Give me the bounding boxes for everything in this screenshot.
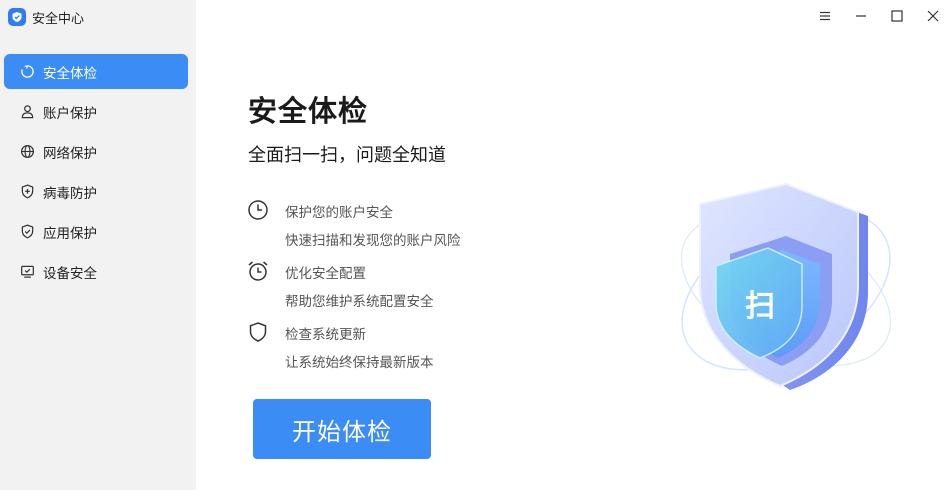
sidebar-item-app-protection[interactable]: 应用保护 [4,214,188,249]
sidebar-item-label: 网络保护 [43,145,97,162]
app-title: 安全中心 [32,11,85,27]
sidebar-item-label: 账户保护 [43,105,97,122]
window-controls [807,0,951,32]
sidebar-nav: 安全体检 账户保护 网络保护 病毒防护 应用保护 设备安全 [4,54,188,294]
sidebar: 安全中心 安全体检 账户保护 网络保护 病毒防护 应用保护 设备安全 [0,0,196,490]
clock-icon [247,199,269,221]
shield-icon [247,321,269,343]
sidebar-item-label: 安全体检 [43,65,97,82]
feature-title: 保护您的账户安全 [285,205,393,221]
menu-icon[interactable] [807,0,843,32]
shield-check-icon [19,224,35,240]
user-icon [19,104,35,120]
scan-glyph: 扫 [745,289,775,324]
alarm-clock-icon [247,260,269,282]
feature-item-config: 优化安全配置 帮助您维护系统配置安全 [247,260,434,310]
app-logo-icon [8,8,26,26]
feature-desc: 让系统始终保持最新版本 [285,355,434,371]
sidebar-item-label: 病毒防护 [43,185,97,202]
shield-plus-icon [19,184,35,200]
feature-item-account: 保护您的账户安全 快速扫描和发现您的账户风险 [247,199,461,249]
feature-item-update: 检查系统更新 让系统始终保持最新版本 [247,321,434,371]
sidebar-item-security-check[interactable]: 安全体检 [4,54,188,89]
shield-illustration: 扫 [668,182,904,396]
globe-icon [19,144,35,160]
maximize-icon[interactable] [879,0,915,32]
sidebar-item-account-protection[interactable]: 账户保护 [4,94,188,129]
sidebar-item-network-protection[interactable]: 网络保护 [4,134,188,169]
sidebar-item-label: 应用保护 [43,225,97,242]
sidebar-item-virus-protection[interactable]: 病毒防护 [4,174,188,209]
refresh-circle-icon [19,64,35,80]
monitor-check-icon [19,264,35,280]
start-check-button[interactable]: 开始体检 [253,399,431,459]
feature-title: 优化安全配置 [285,266,366,282]
feature-desc: 帮助您维护系统配置安全 [285,294,434,310]
minimize-icon[interactable] [843,0,879,32]
page-subtitle: 全面扫一扫，问题全知道 [248,145,446,166]
feature-desc: 快速扫描和发现您的账户风险 [285,233,461,249]
security-center-window: 安全中心 安全体检 账户保护 网络保护 病毒防护 应用保护 设备安全 安全体检 … [0,0,951,490]
page-title: 安全体检 [248,94,369,128]
feature-title: 检查系统更新 [285,327,366,343]
close-icon[interactable] [915,0,951,32]
sidebar-item-label: 设备安全 [43,265,97,282]
sidebar-item-device-security[interactable]: 设备安全 [4,254,188,289]
app-title-bar: 安全中心 [8,6,84,28]
